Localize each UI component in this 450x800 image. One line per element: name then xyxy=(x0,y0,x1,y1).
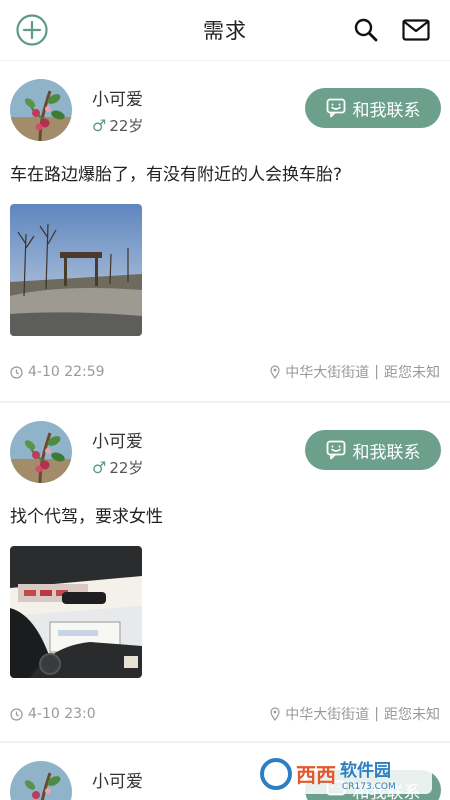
post-photo[interactable] xyxy=(10,546,142,678)
post-image xyxy=(10,546,142,678)
post-text: 找个代驾，要求女性 xyxy=(10,507,163,527)
user-name: 小可爱 xyxy=(92,432,143,452)
post-time: 4-10 23:0 xyxy=(28,706,96,722)
post-meta: 4-10 23:0 中华大街街道 | 距您未知 xyxy=(10,704,440,724)
chat-icon xyxy=(326,98,345,118)
svg-text:西西: 西西 xyxy=(296,763,336,787)
user-name: 小可爱 xyxy=(92,90,143,110)
location-pin-icon xyxy=(270,365,280,379)
mail-icon xyxy=(402,19,430,41)
user-name: 小可爱 xyxy=(92,772,143,792)
male-icon: ♂ xyxy=(92,116,107,135)
avatar-image xyxy=(10,79,72,141)
separator: | xyxy=(374,706,379,722)
svg-text:软件园: 软件园 xyxy=(340,760,391,781)
svg-text:CR173.COM: CR173.COM xyxy=(342,782,396,792)
user-age: ♂ 22岁 xyxy=(92,457,143,478)
avatar[interactable] xyxy=(10,79,72,141)
avatar-image xyxy=(10,761,72,800)
post-card[interactable]: 小可爱 ♂ 22岁 和我联系 车在路边爆胎了，有没有附近的人会换车胎? 4-10… xyxy=(0,61,450,401)
add-post-button[interactable] xyxy=(14,12,50,48)
post-meta: 4-10 22:59 中华大街街道 | 距您未知 xyxy=(10,362,440,382)
contact-label: 和我联系 xyxy=(352,100,421,121)
location-pin-icon xyxy=(270,707,280,721)
avatar[interactable] xyxy=(10,421,72,483)
clock-icon xyxy=(10,365,23,379)
search-icon xyxy=(354,18,378,42)
watermark-logo: 西西 软件园 CR173.COM xyxy=(256,752,432,796)
contact-label: 和我联系 xyxy=(352,442,421,463)
post-distance: 距您未知 xyxy=(384,707,440,723)
post-time: 4-10 22:59 xyxy=(28,364,105,380)
chat-icon xyxy=(326,440,345,460)
search-button[interactable] xyxy=(348,12,384,48)
user-age: ♂ 22岁 xyxy=(92,115,143,136)
post-location: 中华大街街道 xyxy=(285,707,370,723)
male-icon: ♂ xyxy=(92,458,107,477)
clock-icon xyxy=(10,707,23,721)
post-card[interactable]: 小可爱 ♂ 22岁 和我联系 找个代驾，要求女性 4-10 23:0 中华大街街… xyxy=(0,403,450,741)
add-circle-icon xyxy=(16,14,48,46)
avatar-image xyxy=(10,421,72,483)
contact-me-button[interactable]: 和我联系 xyxy=(305,88,441,128)
top-bar: 需求 xyxy=(0,0,450,60)
page-title: 需求 xyxy=(203,19,247,43)
post-text: 车在路边爆胎了，有没有附近的人会换车胎? xyxy=(10,165,343,185)
post-location: 中华大街街道 xyxy=(285,365,370,381)
contact-me-button[interactable]: 和我联系 xyxy=(305,430,441,470)
post-image xyxy=(10,204,142,336)
messages-button[interactable] xyxy=(398,12,434,48)
post-distance: 距您未知 xyxy=(384,365,440,381)
post-photo[interactable] xyxy=(10,204,142,336)
avatar[interactable] xyxy=(10,761,72,800)
age-label: 22岁 xyxy=(109,459,144,477)
age-label: 22岁 xyxy=(109,117,144,135)
separator: | xyxy=(374,364,379,380)
